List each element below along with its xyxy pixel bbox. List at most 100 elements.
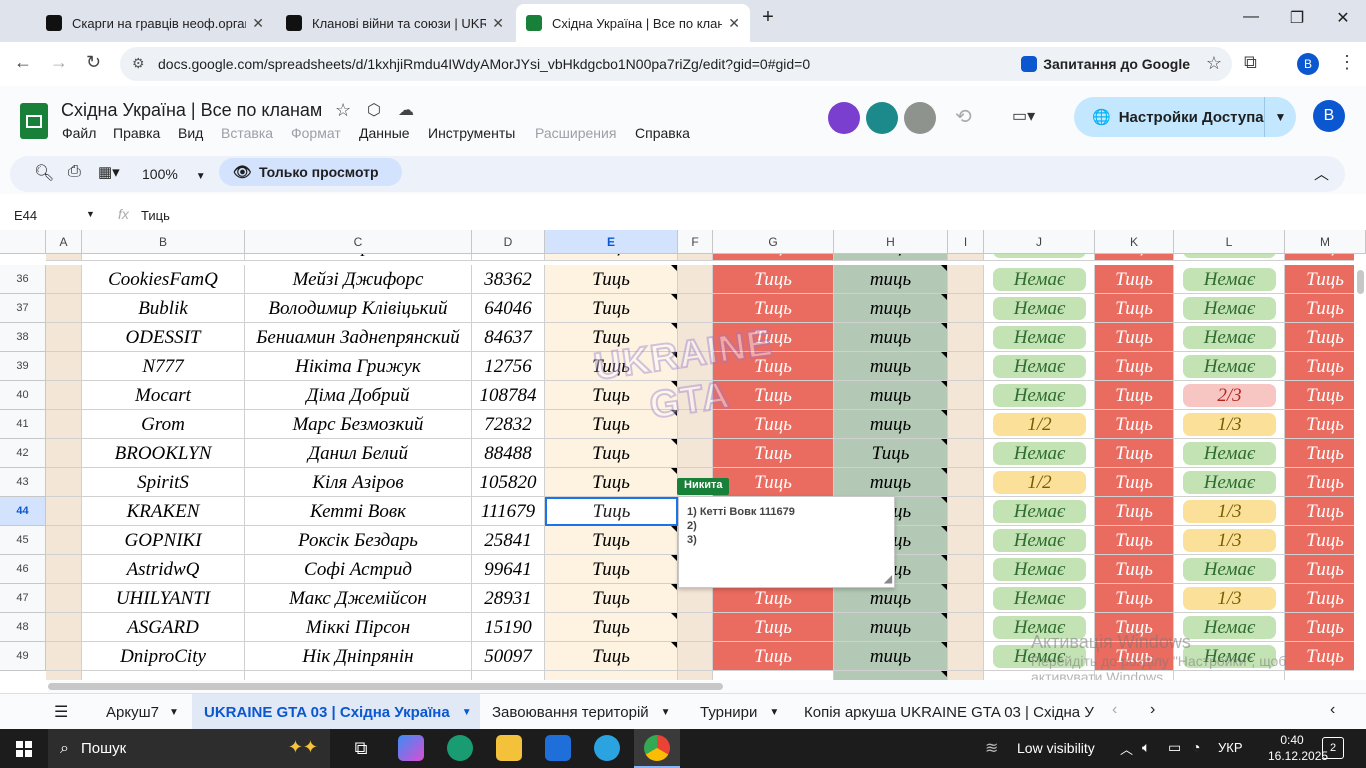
selected-cell[interactable]: Тиць (545, 497, 678, 526)
name-box[interactable]: E44 (14, 208, 37, 223)
chevron-down-icon[interactable]: ▼ (769, 707, 779, 718)
cell-c[interactable]: Мейзі Джифорс (245, 265, 472, 294)
cell-e[interactable]: Тиць (545, 381, 678, 410)
horizontal-scrollbar[interactable] (48, 680, 1366, 693)
row-header[interactable]: 39 (0, 352, 46, 381)
view-only-badge[interactable]: 👁︎ Только просмотр (219, 158, 402, 186)
task-view-icon[interactable]: ⧉ (348, 735, 374, 761)
status-chip[interactable]: Немає (993, 616, 1086, 639)
taskbar-search[interactable]: ⌕ Пошук ✦✦ (48, 729, 330, 768)
column-header-m[interactable]: M (1285, 230, 1366, 254)
cell-a[interactable] (46, 613, 82, 642)
search-icon[interactable]: 🔍︎ (34, 163, 54, 183)
row-header[interactable]: 44 (0, 497, 46, 526)
row-header[interactable]: 38 (0, 323, 46, 352)
cell-b[interactable]: BROOKLYN (82, 439, 245, 468)
status-chip[interactable]: Немає (1183, 471, 1276, 494)
meet-icon[interactable]: ▭▾ (1012, 106, 1035, 126)
cell-e[interactable]: Тиць (545, 352, 678, 381)
star-icon[interactable]: ☆ (335, 100, 351, 121)
status-chip[interactable]: Немає (1183, 645, 1276, 668)
column-header-g[interactable]: G (713, 230, 834, 254)
scrollbar-thumb[interactable] (48, 683, 723, 690)
cell-k[interactable]: Тиць (1095, 439, 1174, 468)
cell-l[interactable] (1174, 671, 1285, 680)
cell-b[interactable]: ODESSIT (82, 323, 245, 352)
menu-format[interactable]: Формат (291, 125, 341, 141)
cell-e[interactable]: Тиць (545, 439, 678, 468)
tray-chevron-icon[interactable]: ︿ (1120, 739, 1133, 758)
cell-e[interactable]: Тиць (545, 468, 678, 497)
cell-i[interactable] (948, 468, 984, 497)
spreadsheet-grid[interactable]: KHAYSURОлександра Січка120707ТицьТицьтиц… (0, 230, 1366, 680)
close-tab-icon[interactable]: ✕ (728, 15, 740, 32)
status-chip[interactable]: Немає (1183, 616, 1276, 639)
status-chip[interactable]: Немає (1183, 326, 1276, 349)
cell-i[interactable] (948, 613, 984, 642)
minimize-icon[interactable]: — (1236, 8, 1266, 26)
column-header-f[interactable]: F (678, 230, 713, 254)
cell-d[interactable]: 105820 (472, 468, 545, 497)
cell-h[interactable]: тиць (834, 468, 948, 497)
row-header[interactable]: 40 (0, 381, 46, 410)
chevron-down-icon[interactable]: ▼ (86, 209, 95, 219)
cell-b[interactable]: KRAKEN (82, 497, 245, 526)
menu-extensions[interactable]: Расширения (535, 125, 616, 141)
row-header[interactable]: 37 (0, 294, 46, 323)
cell-d[interactable]: 88488 (472, 439, 545, 468)
forward-icon[interactable]: → (50, 52, 68, 73)
cell-b[interactable]: Mocart (82, 381, 245, 410)
cell-h[interactable] (834, 671, 948, 680)
cell-i[interactable] (948, 526, 984, 555)
sheet-tab-active[interactable]: UKRAINE GTA 03 | Східна Україна ▼ (192, 694, 480, 730)
sheets-logo-icon[interactable] (20, 103, 48, 139)
cell-e[interactable]: Тиць (545, 584, 678, 613)
collaborator-avatar[interactable] (866, 102, 898, 134)
collaborator-avatar[interactable] (904, 102, 936, 134)
side-panel-collapse-icon[interactable]: ‹ (1330, 701, 1335, 719)
cell-b[interactable]: Grom (82, 410, 245, 439)
cell-a[interactable] (46, 526, 82, 555)
sheet-tab[interactable]: Турнири ▼ (688, 694, 792, 730)
cell-i[interactable] (948, 497, 984, 526)
status-chip[interactable]: 2/3 (1183, 384, 1276, 407)
cell-g[interactable]: Тиць (713, 352, 834, 381)
cell-h[interactable]: тиць (834, 294, 948, 323)
bookmark-star-icon[interactable]: ☆ (1206, 53, 1222, 74)
cell-a[interactable] (46, 381, 82, 410)
file-explorer-icon[interactable] (496, 735, 522, 761)
column-header-i[interactable]: I (948, 230, 984, 254)
cell-g[interactable] (713, 671, 834, 680)
cell-i[interactable] (948, 584, 984, 613)
cell-f[interactable] (678, 613, 713, 642)
cell-j[interactable] (984, 671, 1095, 680)
cell-b[interactable]: AstridwQ (82, 555, 245, 584)
volume-icon[interactable]: 🔈︎ (1142, 739, 1150, 756)
row-header[interactable]: 36 (0, 265, 46, 294)
profile-avatar[interactable]: B (1297, 53, 1319, 75)
status-chip[interactable]: 1/3 (1183, 529, 1276, 552)
chrome-taskbar-button[interactable] (634, 729, 680, 768)
menu-help[interactable]: Справка (635, 125, 690, 141)
cell-d[interactable]: 84637 (472, 323, 545, 352)
cell-i[interactable] (948, 642, 984, 671)
cell-a[interactable] (46, 410, 82, 439)
edge-icon[interactable] (447, 735, 473, 761)
print-icon[interactable]: ⎙ (68, 163, 81, 181)
cell-i[interactable] (948, 381, 984, 410)
cell-g[interactable]: Тиць (713, 381, 834, 410)
table-view-icon[interactable]: ▦▾ (98, 163, 120, 181)
column-header-k[interactable]: K (1095, 230, 1174, 254)
cell-c[interactable]: Бениамин Заднепрянский (245, 323, 472, 352)
cell-d[interactable]: 38362 (472, 265, 545, 294)
cell-e[interactable]: Тиць (545, 410, 678, 439)
language-indicator[interactable]: УКР (1218, 740, 1243, 755)
copilot-app-icon[interactable] (398, 735, 424, 761)
menu-view[interactable]: Вид (178, 125, 203, 141)
status-chip[interactable]: 1/3 (1183, 500, 1276, 523)
row-header[interactable]: 45 (0, 526, 46, 555)
account-avatar[interactable]: B (1313, 100, 1345, 132)
extensions-icon[interactable]: ⧉ (1244, 52, 1257, 73)
status-chip[interactable]: Немає (1183, 558, 1276, 581)
cell-k[interactable]: Тиць (1095, 613, 1174, 642)
